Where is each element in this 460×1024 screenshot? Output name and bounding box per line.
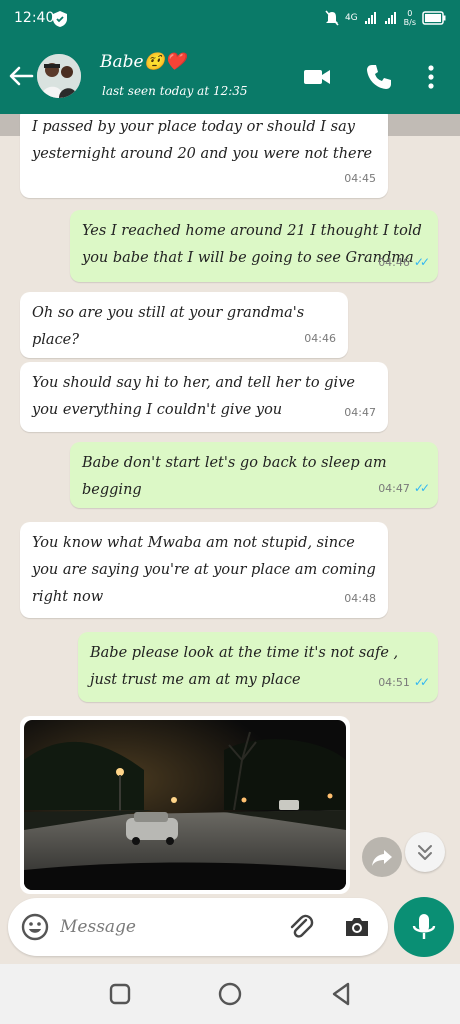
message-time: 04:51 <box>378 676 410 689</box>
avatar-image <box>37 54 81 98</box>
system-nav-bar <box>0 964 460 1024</box>
last-seen-status: last seen today at 12:35 <box>102 84 248 98</box>
read-ticks-icon: ✓✓ <box>413 675 430 689</box>
message-text: I passed by your place today or should I… <box>32 119 373 162</box>
data-rate-value: 0 <box>407 9 413 18</box>
voice-record-button[interactable] <box>394 897 454 957</box>
chat-header: Babe🤨❤️ last seen today at 12:35 <box>0 38 460 114</box>
read-ticks-icon: ✓✓ <box>413 255 430 269</box>
message-meta: 04:47 ✓✓ <box>378 475 430 502</box>
message-input[interactable] <box>60 910 270 944</box>
message-time: 04:47 <box>378 482 410 495</box>
message-bubble-incoming[interactable]: You know what Mwaba am not stupid, since… <box>20 522 388 618</box>
message-time: 04:45 <box>344 172 376 185</box>
message-text: Oh so are you still at your grandma's pl… <box>32 305 305 348</box>
avatar[interactable] <box>37 54 81 98</box>
recents-icon[interactable] <box>106 980 134 1008</box>
back-nav-icon[interactable] <box>328 980 356 1008</box>
message-bubble-outgoing[interactable]: Yes I reached home around 21 I thought I… <box>70 210 438 282</box>
message-meta: 04:46 <box>304 325 336 352</box>
signal-icon <box>364 12 376 24</box>
double-chevron-down-icon <box>418 845 432 860</box>
message-time: 04:48 <box>344 592 376 605</box>
mute-icon <box>325 10 339 26</box>
message-meta: 04:45 <box>344 165 376 192</box>
forward-button[interactable] <box>362 837 402 877</box>
microphone-icon <box>412 914 436 939</box>
message-meta: 04:47 <box>344 399 376 426</box>
status-indicators: 4G 0 B/s <box>325 9 446 27</box>
emoji-icon[interactable] <box>20 912 50 942</box>
message-composer <box>8 898 388 956</box>
photo-content <box>24 720 346 890</box>
attach-icon[interactable] <box>286 912 316 942</box>
message-bubble-outgoing[interactable]: Babe don't start let's go back to sleep … <box>70 442 438 508</box>
video-call-icon[interactable] <box>302 62 332 92</box>
network-type: 4G <box>344 13 358 23</box>
forward-icon <box>372 850 392 866</box>
message-text: Babe don't start let's go back to sleep … <box>82 455 387 498</box>
message-text: You should say hi to her, and tell her t… <box>32 375 355 418</box>
read-ticks-icon: ✓✓ <box>413 481 430 495</box>
message-text: Yes I reached home around 21 I thought I… <box>82 223 422 266</box>
scroll-to-bottom-button[interactable] <box>405 832 445 872</box>
message-time: 04:46 <box>304 332 336 345</box>
message-bubble-incoming[interactable]: Oh so are you still at your grandma's pl… <box>20 292 348 358</box>
battery-icon <box>422 11 446 25</box>
message-bubble-incoming[interactable]: I passed by your place today or should I… <box>20 114 388 198</box>
status-time: 12:40 <box>14 10 55 26</box>
back-arrow-icon[interactable] <box>6 62 36 90</box>
phone-icon[interactable] <box>364 62 394 92</box>
data-rate: 0 B/s <box>404 9 416 27</box>
message-time: 04:46 <box>378 256 410 269</box>
data-rate-unit: B/s <box>403 18 416 27</box>
status-bar: 12:40 4G 0 B/s <box>0 0 460 38</box>
image-message[interactable] <box>20 716 350 894</box>
chat-messages[interactable]: I passed by your place today or should I… <box>0 114 460 906</box>
message-bubble-incoming[interactable]: You should say hi to her, and tell her t… <box>20 362 388 432</box>
more-vert-icon[interactable] <box>416 62 446 92</box>
night-street-photo[interactable] <box>24 720 346 890</box>
message-text: You know what Mwaba am not stupid, since… <box>32 535 376 605</box>
contact-name[interactable]: Babe🤨❤️ <box>100 52 186 72</box>
home-icon[interactable] <box>216 980 244 1008</box>
shield-icon <box>53 11 67 27</box>
message-meta: 04:48 <box>344 585 376 612</box>
message-meta: 04:46 ✓✓ <box>378 249 430 276</box>
camera-icon[interactable] <box>342 912 372 942</box>
message-time: 04:47 <box>344 406 376 419</box>
message-meta: 04:51 ✓✓ <box>378 669 430 696</box>
message-text: Babe please look at the time it's not sa… <box>90 645 399 688</box>
message-bubble-outgoing[interactable]: Babe please look at the time it's not sa… <box>78 632 438 702</box>
signal-icon <box>384 12 396 24</box>
